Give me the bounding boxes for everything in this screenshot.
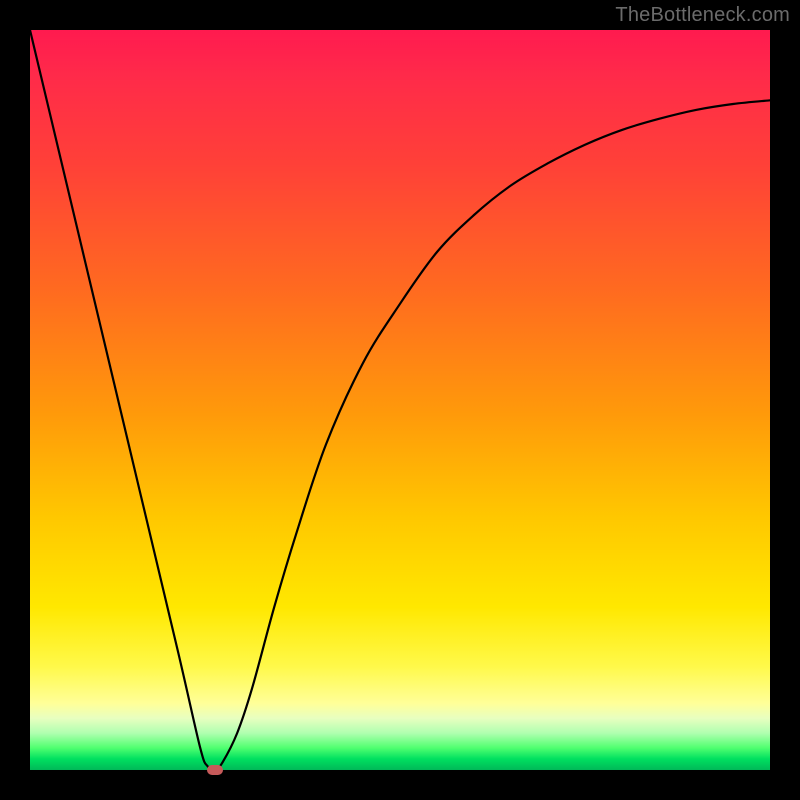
attribution-text: TheBottleneck.com (615, 4, 790, 27)
plot-area (30, 30, 770, 770)
chart-frame: TheBottleneck.com (0, 0, 800, 800)
bottleneck-curve (30, 30, 770, 770)
optimal-marker (207, 765, 223, 775)
